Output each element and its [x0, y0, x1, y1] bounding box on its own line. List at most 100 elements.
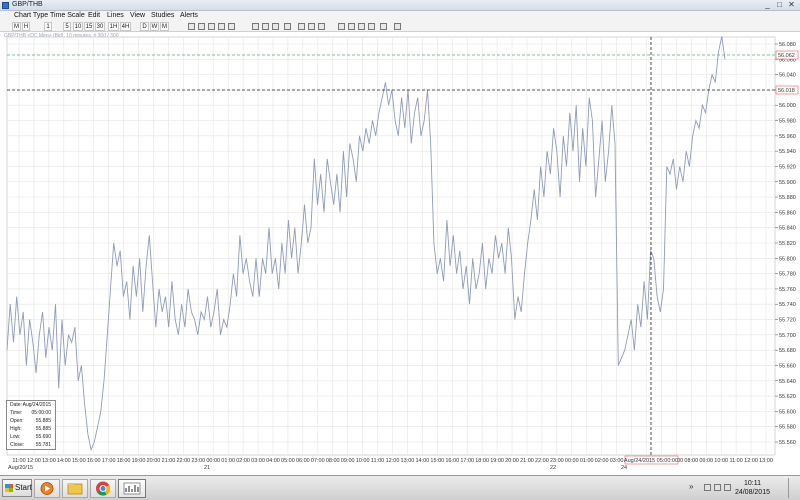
- taskbar-file-explorer[interactable]: [62, 479, 88, 498]
- x-tick-label: 22:00: [176, 458, 190, 464]
- y-tick-label: 55.980: [779, 119, 796, 125]
- y-tick-label: 55.760: [779, 287, 796, 293]
- bid-price-label: 56.062: [778, 53, 795, 59]
- windows-logo-icon: [5, 484, 13, 492]
- price-chart[interactable]: 56.08056.06056.04056.02056.00055.98055.9…: [0, 0, 800, 475]
- x-tick-label: 17:00: [460, 458, 474, 464]
- ohlc-key: Open:: [10, 418, 24, 424]
- x-tick-label: 03:00: [251, 458, 265, 464]
- folder-icon: [67, 483, 83, 495]
- show-desktop-button[interactable]: [788, 478, 798, 498]
- ohlc-value: 05:00:00: [31, 410, 51, 416]
- y-tick-label: 55.740: [779, 302, 796, 308]
- x-tick-label: 12:00: [386, 458, 400, 464]
- x-tick-label: 01:00: [580, 458, 594, 464]
- y-tick-label: 56.000: [779, 103, 796, 109]
- clock-time: 10:11: [743, 480, 761, 487]
- y-tick-label: 55.960: [779, 134, 796, 140]
- y-tick-label: 55.700: [779, 333, 796, 339]
- x-tick-label: 09:00: [341, 458, 355, 464]
- volume-icon[interactable]: [724, 484, 731, 491]
- x-tick-label: 20:00: [505, 458, 519, 464]
- y-tick-label: 55.600: [779, 409, 796, 415]
- chrome-icon: [96, 481, 111, 496]
- y-tick-label: 55.820: [779, 241, 796, 247]
- ohlc-value: Aug/24/2015: [22, 402, 51, 408]
- y-tick-label: 55.920: [779, 164, 796, 170]
- ohlc-key: Time:: [10, 410, 23, 416]
- x-tick-label: 18:00: [117, 458, 131, 464]
- y-tick-label: 55.840: [779, 226, 796, 232]
- ohlc-value: 55.885: [35, 426, 51, 432]
- tray-expand-icon[interactable]: »: [689, 482, 693, 491]
- y-tick-label: 55.800: [779, 256, 796, 262]
- ohlc-row: Open: 55.885: [9, 418, 53, 426]
- y-tick-label: 55.900: [779, 180, 796, 186]
- x-tick-label: 06:00: [296, 458, 310, 464]
- ohlc-row: Close: 55.781: [9, 442, 53, 450]
- x-tick-label: 11:00: [371, 458, 384, 464]
- ohlc-info-box: Date: Aug/24/2015 Time: 05:00:00 Open: 55.885…: [6, 400, 56, 450]
- date-label: 21: [204, 465, 210, 471]
- y-axis: 56.08056.06056.04056.02056.00055.98055.9…: [775, 42, 796, 446]
- x-tick-label: 05:00: [281, 458, 295, 464]
- date-label: 22: [550, 465, 556, 471]
- x-tick-label: 12:00: [744, 458, 758, 464]
- x-tick-label: 19:00: [132, 458, 146, 464]
- y-tick-label: 55.860: [779, 210, 796, 216]
- x-tick-label: 23:00: [191, 458, 205, 464]
- ohlc-row: Low: 55.690: [9, 434, 53, 442]
- ohlc-row: Time: 05:00:00: [9, 410, 53, 418]
- crosshair-price-label: 56.018: [778, 88, 795, 94]
- flag-icon[interactable]: [704, 484, 711, 491]
- x-tick-label: 02:00: [236, 458, 250, 464]
- ohlc-row: High: 55.885: [9, 426, 53, 434]
- taskbar-chrome[interactable]: [90, 479, 116, 498]
- trading-app-window: GBP/THB _ □ ✕ Chart Type Time Scale Edit…: [0, 0, 800, 500]
- x-tick-label: 04:00: [266, 458, 280, 464]
- y-tick-label: 55.660: [779, 363, 796, 369]
- ohlc-row: Date: Aug/24/2015: [9, 402, 53, 410]
- x-tick-label: 08:00: [684, 458, 698, 464]
- y-tick-label: 55.940: [779, 149, 796, 155]
- ohlc-value: 55.885: [35, 418, 51, 424]
- taskbar-media-player[interactable]: [34, 479, 60, 498]
- x-tick-label: 10:00: [356, 458, 370, 464]
- x-tick-label: 09:00: [699, 458, 713, 464]
- x-tick-label: 14:00: [57, 458, 71, 464]
- taskbar: Start » 10:11 24/08/2015: [0, 475, 800, 500]
- x-tick-label: 13:00: [401, 458, 415, 464]
- date-label: Aug/20/15: [8, 465, 33, 471]
- media-player-icon: [40, 482, 54, 495]
- y-tick-label: 55.780: [779, 272, 796, 278]
- x-tick-label: 16:00: [445, 458, 459, 464]
- x-tick-label: 11:00: [12, 458, 25, 464]
- ohlc-key: High:: [10, 426, 22, 432]
- y-tick-label: 55.560: [779, 440, 796, 446]
- x-tick-label: 21:00: [520, 458, 534, 464]
- x-tick-label: 00:00: [206, 458, 220, 464]
- x-tick-label: 02:00: [595, 458, 609, 464]
- date-label: 24: [621, 465, 627, 471]
- network-icon[interactable]: [714, 484, 721, 491]
- x-tick-label: 10:00: [714, 458, 728, 464]
- y-tick-label: 55.620: [779, 394, 796, 400]
- x-tick-label: 15:00: [72, 458, 86, 464]
- y-tick-label: 55.680: [779, 348, 796, 354]
- taskbar-trading-app[interactable]: [118, 479, 146, 498]
- x-tick-label: 19:00: [490, 458, 504, 464]
- y-tick-label: 55.720: [779, 318, 796, 324]
- start-button[interactable]: Start: [2, 479, 32, 497]
- plot-area: [6, 36, 776, 456]
- chart-app-icon: [123, 482, 141, 495]
- x-tick-label: 00:00: [565, 458, 579, 464]
- x-tick-label: 13:00: [42, 458, 56, 464]
- clock[interactable]: 10:11 24/08/2015: [735, 479, 770, 497]
- x-tick-label: 01:00: [221, 458, 235, 464]
- ohlc-key: Low:: [10, 434, 21, 440]
- x-tick-label: 22:00: [535, 458, 549, 464]
- ohlc-key: Close:: [10, 442, 25, 448]
- y-tick-label: 56.040: [779, 73, 796, 79]
- x-tick-label: 14:00: [415, 458, 429, 464]
- y-tick-label: 56.080: [779, 42, 796, 48]
